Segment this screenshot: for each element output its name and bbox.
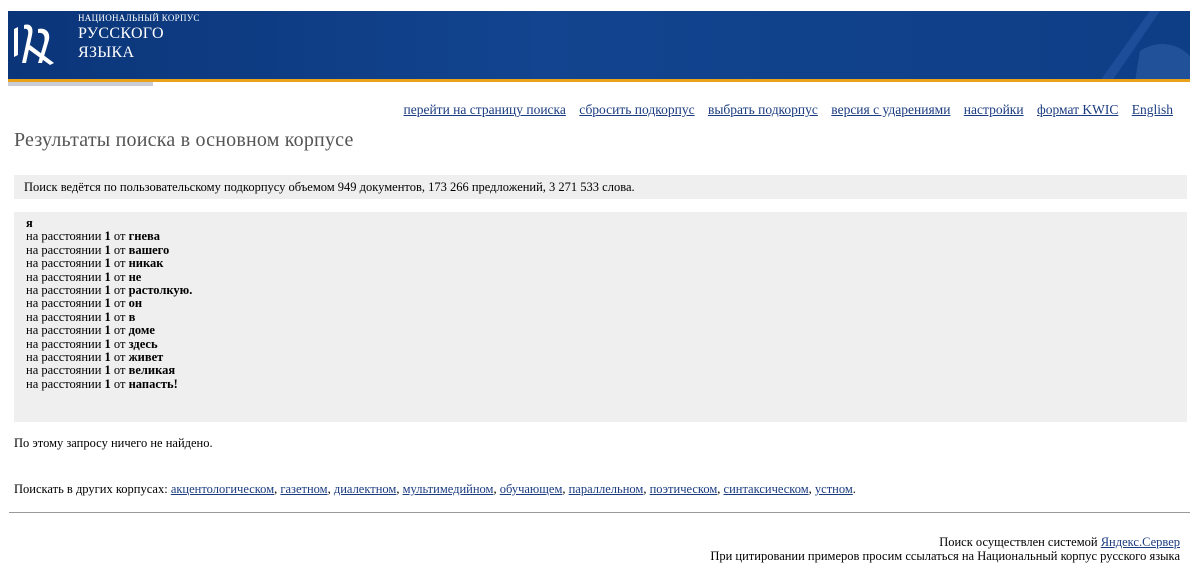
query-row: на расстоянии 1 от он — [26, 297, 1187, 310]
query-row-from: от — [110, 350, 129, 365]
nav-link-settings[interactable]: настройки — [964, 102, 1024, 117]
footer-search-engine: Поиск осуществлен системой Яндекс.Сервер — [710, 535, 1180, 549]
logo-line-1: РУССКОГО — [78, 25, 164, 42]
nav-link-stress-version[interactable]: версия с ударениями — [831, 102, 950, 117]
query-row: на расстоянии 1 от гнева — [26, 230, 1187, 243]
corpus-link-1[interactable]: газетном — [280, 482, 327, 496]
query-row-word: доме — [128, 323, 155, 338]
query-row-prefix: на расстоянии — [26, 323, 105, 338]
query-row-prefix: на расстоянии — [26, 242, 105, 257]
nav-link-select-subcorpus[interactable]: выбрать подкорпус — [708, 102, 818, 117]
query-row-prefix: на расстоянии — [26, 350, 105, 365]
query-row-from: от — [110, 296, 129, 311]
query-row: на расстоянии 1 от доме — [26, 324, 1187, 337]
corpus-link-4[interactable]: обучающем — [500, 482, 563, 496]
query-first-word: я — [26, 216, 33, 230]
query-row-from: от — [110, 242, 129, 257]
footer-citation: При цитировании примеров просим ссылатьс… — [710, 549, 1180, 563]
corpus-link-6[interactable]: поэтическом — [650, 482, 718, 496]
banner-grey-stripe — [8, 82, 153, 86]
query-row-word: здесь — [128, 336, 158, 351]
header-banner: НАЦИОНАЛЬНЫЙ КОРПУС РУССКОГО ЯЗЫКА — [8, 11, 1190, 81]
query-row-prefix: на расстоянии — [26, 296, 105, 311]
query-row: на расстоянии 1 от никак — [26, 257, 1187, 270]
banner-accent-stripe — [8, 79, 1190, 82]
query-row: на расстоянии 1 от здесь — [26, 336, 1187, 351]
query-rows: на расстоянии 1 от гнева на расстоянии 1 … — [26, 230, 1187, 391]
query-row-from: от — [110, 323, 129, 338]
other-corpora: Поискать в других корпусах: акцентологич… — [14, 482, 856, 497]
query-row-prefix: на расстоянии — [26, 269, 105, 284]
query-row: на расстоянии 1 от напасть! — [26, 376, 1187, 391]
corpus-link-5[interactable]: параллельном — [569, 482, 644, 496]
logo-line-2: ЯЗЫКА — [78, 44, 135, 61]
query-row-prefix: на расстоянии — [26, 363, 105, 378]
query-row: на расстоянии 1 от в — [26, 309, 1187, 324]
logo-text: НАЦИОНАЛЬНЫЙ КОРПУС РУССКОГО ЯЗЫКА — [78, 11, 200, 62]
corpus-link-0[interactable]: акцентологическом — [171, 482, 274, 496]
query-row-prefix: на расстоянии — [26, 283, 105, 298]
nav-link-kwic-format[interactable]: формат KWIC — [1037, 102, 1118, 117]
page-title: Результаты поиска в основном корпусе — [14, 129, 354, 151]
query-row-from: от — [110, 283, 129, 298]
query-row-prefix: на расстоянии — [26, 376, 105, 391]
corpus-link-8[interactable]: устном — [815, 482, 853, 496]
no-results-message: По этому запросу ничего не найдено. — [14, 436, 213, 450]
query-row-word: он — [128, 296, 143, 311]
query-row: на расстоянии 1 от растолкую. — [26, 283, 1187, 298]
banner-decoration-icon — [1100, 11, 1190, 81]
nav-link-search-page[interactable]: перейти на страницу поиска — [403, 102, 565, 117]
query-row-prefix: на расстоянии — [26, 229, 105, 244]
query-description: я на расстоянии 1 от гнева на расстоянии … — [14, 212, 1187, 422]
query-row: на расстоянии 1 от живет — [26, 350, 1187, 365]
other-corpora-links: акцентологическом, газетном, диалектном,… — [170, 482, 856, 496]
nav-link-english[interactable]: English — [1132, 102, 1173, 117]
nav-link-reset-subcorpus[interactable]: сбросить подкорпус — [579, 102, 694, 117]
query-row-from: от — [110, 363, 129, 378]
query-row: на расстоянии 1 от великая — [26, 364, 1187, 377]
query-row-word: напасть! — [128, 376, 178, 391]
query-row-prefix: на расстоянии — [26, 309, 105, 324]
divider — [9, 512, 1190, 513]
footer: Поиск осуществлен системой Яндекс.Сервер… — [710, 535, 1180, 563]
corpus-link-3[interactable]: мультимедийном — [403, 482, 494, 496]
query-row-word: гнева — [128, 229, 161, 244]
query-row-word: живет — [128, 350, 164, 365]
other-corpora-label: Поискать в других корпусах: — [14, 482, 168, 496]
query-row-from: от — [110, 256, 129, 271]
query-row-prefix: на расстоянии — [26, 256, 105, 271]
top-navigation: перейти на страницу поиска сбросить подк… — [393, 102, 1173, 118]
query-row-word: не — [128, 269, 142, 284]
query-row: на расстоянии 1 от не — [26, 269, 1187, 284]
query-row-from: от — [110, 309, 129, 324]
footer-search-by: Поиск осуществлен системой — [939, 535, 1098, 549]
subcorpus-notice: Поиск ведётся по пользовательскому подко… — [14, 175, 1187, 199]
query-row-from: от — [110, 269, 129, 284]
query-row-word: в — [128, 309, 136, 324]
logo-caption: НАЦИОНАЛЬНЫЙ КОРПУС — [78, 13, 200, 23]
query-row-from: от — [110, 336, 129, 351]
ruscorpora-logo-icon[interactable] — [8, 15, 70, 77]
yandex-server-link[interactable]: Яндекс.Сервер — [1101, 535, 1180, 549]
corpus-link-7[interactable]: синтаксическом — [724, 482, 809, 496]
query-row-word: великая — [128, 363, 176, 378]
query-row: на расстоянии 1 от вашего — [26, 242, 1187, 257]
query-row-from: от — [110, 229, 129, 244]
corpus-link-2[interactable]: диалектном — [334, 482, 396, 496]
query-row-word: вашего — [128, 242, 170, 257]
query-row-from: от — [110, 376, 129, 391]
query-row-word: никак — [128, 256, 164, 271]
query-row-word: растолкую. — [128, 283, 193, 298]
query-row-prefix: на расстоянии — [26, 336, 105, 351]
